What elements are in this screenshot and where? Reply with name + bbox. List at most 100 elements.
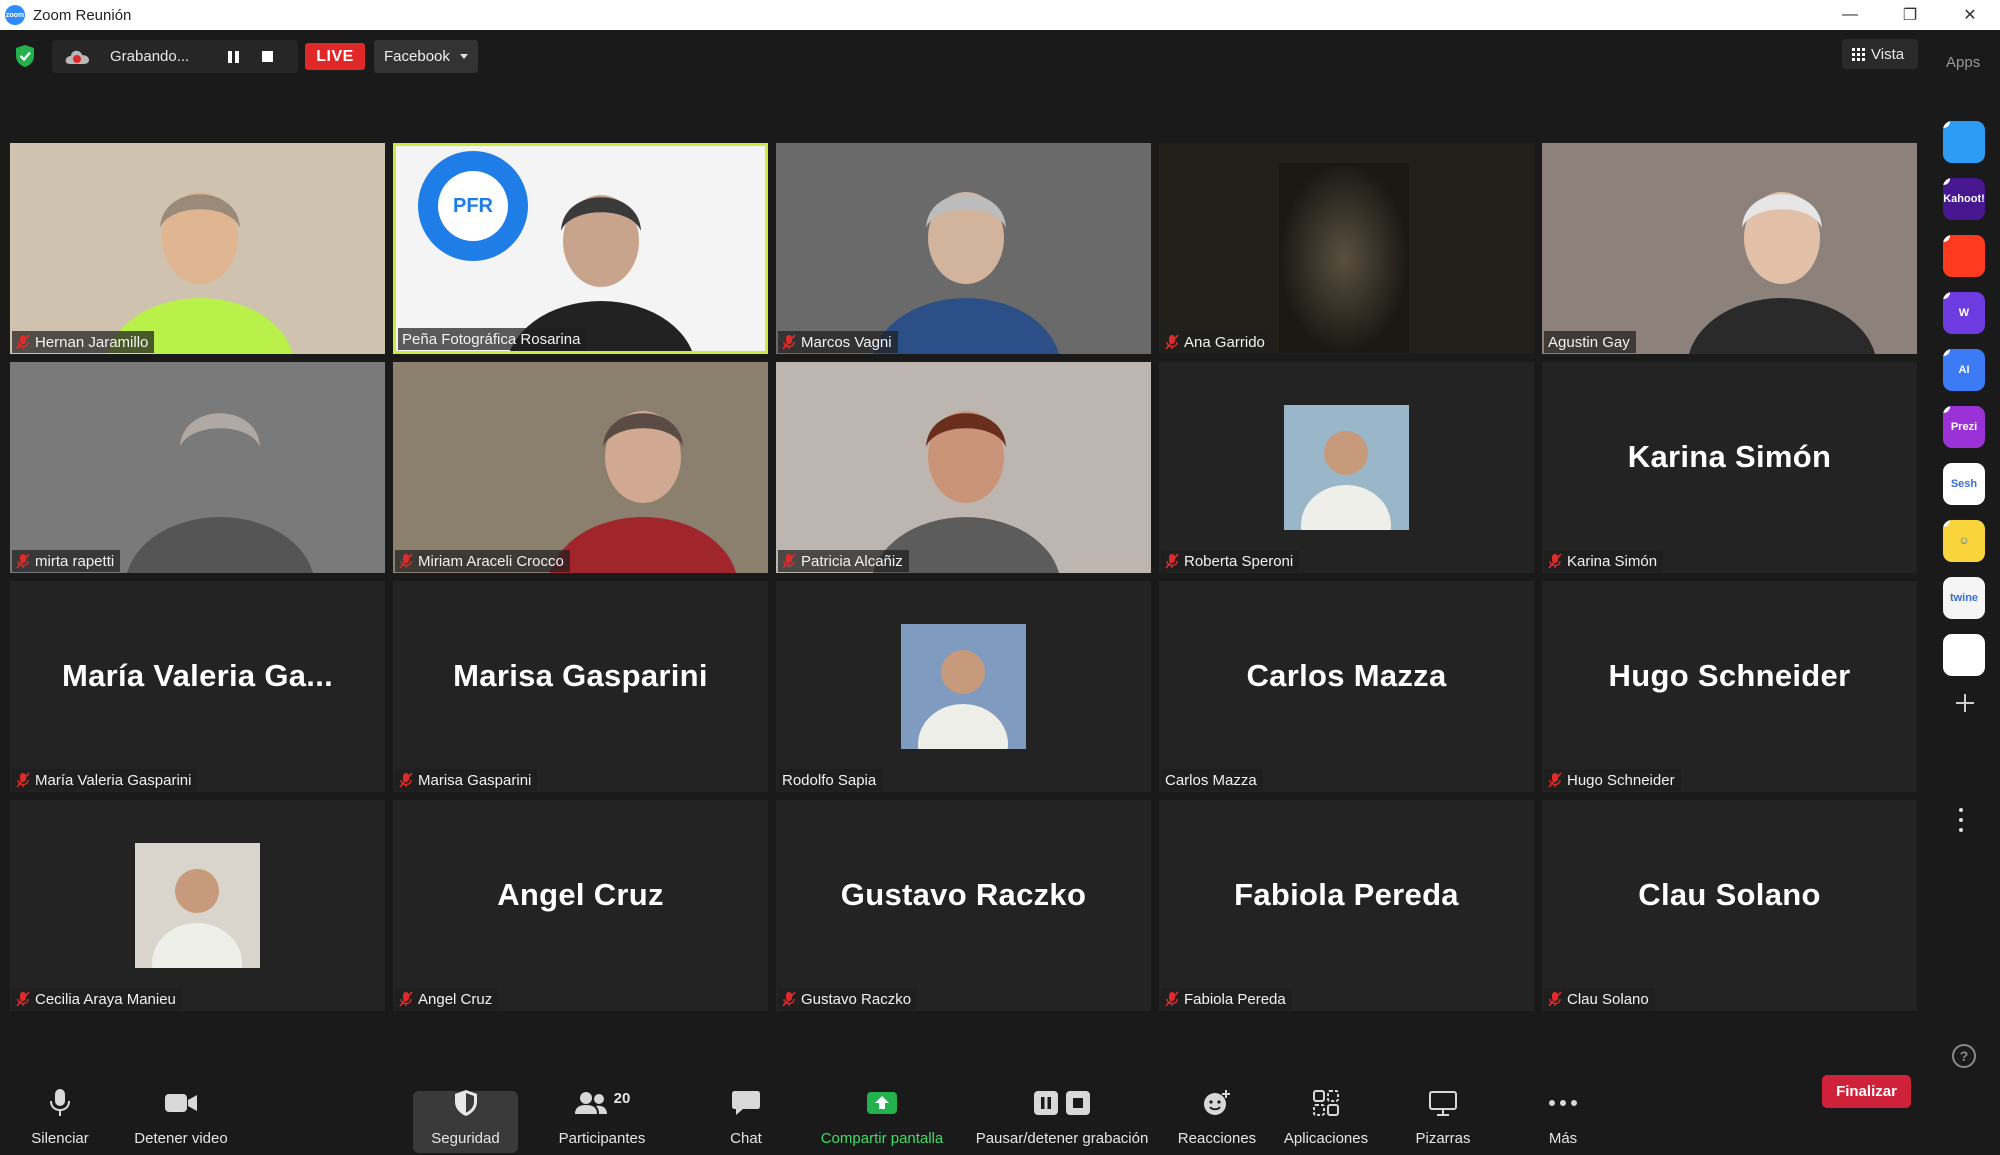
participant-tile[interactable]: Clau Solano Clau Solano	[1542, 800, 1917, 1011]
window-title: Zoom Reunión	[33, 6, 132, 24]
muted-microphone-icon	[16, 334, 30, 350]
participant-name: Marcos Vagni	[801, 333, 892, 351]
participant-nameplate: María Valeria Gasparini	[12, 769, 198, 791]
more-options-icon[interactable]	[1958, 808, 1964, 832]
sesh-app-icon[interactable]: + Sesh	[1943, 463, 1985, 505]
participant-nameplate: Clau Solano	[1544, 988, 1655, 1010]
participant-display-name: Clau Solano	[1638, 876, 1821, 912]
reactions-smiley-icon	[1204, 1090, 1230, 1115]
mute-button[interactable]: Silenciar	[22, 1056, 98, 1155]
add-app-icon[interactable]	[1954, 692, 1976, 714]
participant-name: Fabiola Pereda	[1184, 990, 1286, 1008]
add-app-plus-icon: +	[1943, 520, 1950, 527]
more-label: Más	[1548, 1130, 1578, 1147]
participant-tile[interactable]: Roberta Speroni	[1159, 362, 1534, 573]
add-app-plus-icon: +	[1943, 349, 1950, 356]
participant-avatar	[135, 843, 260, 1003]
meeting-top-bar: Grabando... LIVE Facebook Vista	[0, 30, 1920, 85]
participant-nameplate: Roberta Speroni	[1161, 550, 1300, 572]
participant-tile[interactable]: Angel Cruz Angel Cruz	[393, 800, 768, 1011]
apps-button[interactable]: Aplicaciones	[1282, 1056, 1370, 1155]
chat-button[interactable]: Chat	[720, 1056, 772, 1155]
participant-tile[interactable]: mirta rapetti	[10, 362, 385, 573]
muted-microphone-icon	[16, 553, 30, 569]
muted-microphone-icon	[399, 553, 413, 569]
participant-name: Patricia Alcañiz	[801, 552, 903, 570]
add-app-plus-icon: +	[1943, 463, 1950, 470]
participant-name: Roberta Speroni	[1184, 552, 1294, 570]
participant-nameplate: mirta rapetti	[12, 550, 121, 572]
muted-microphone-icon	[399, 772, 413, 788]
participant-nameplate: Miriam Araceli Crocco	[395, 550, 570, 572]
participant-name: Angel Cruz	[418, 990, 493, 1008]
recording-status-text: Grabando...	[110, 48, 190, 65]
participant-nameplate: Agustin Gay	[1544, 331, 1636, 353]
ai-app-app-icon[interactable]: + AI	[1943, 349, 1985, 391]
participant-tile[interactable]: Hernan Jaramillo	[10, 143, 385, 354]
muted-microphone-icon	[16, 772, 30, 788]
participant-nameplate: Hernan Jaramillo	[12, 331, 155, 353]
end-meeting-button[interactable]: Finalizar	[1822, 1075, 1911, 1108]
participant-tile[interactable]: Hugo Schneider Hugo Schneider	[1542, 581, 1917, 792]
zoom-logo: zoom	[5, 5, 25, 25]
app-icon-label: ☺	[1958, 535, 1970, 547]
close-button[interactable]: ✕	[1940, 0, 2000, 30]
red-app-app-icon[interactable]: +	[1943, 235, 1985, 277]
encryption-shield-icon[interactable]	[14, 44, 36, 68]
participant-tile[interactable]: PFR Peña Fotográfica Rosarina	[393, 143, 768, 354]
participant-display-name: Gustavo Raczko	[840, 876, 1087, 912]
participant-tile[interactable]: Cecilia Araya Manieu	[10, 800, 385, 1011]
cloud-recording-icon	[65, 50, 89, 64]
participant-tile[interactable]: Carlos Mazza Carlos Mazza	[1159, 581, 1534, 792]
livestream-target-dropdown[interactable]: Facebook	[374, 40, 478, 73]
recording-indicator: Grabando...	[52, 40, 298, 73]
share-screen-label: Compartir pantalla	[820, 1130, 944, 1147]
app-icon-label: AI	[1958, 364, 1970, 376]
participant-tile[interactable]: Rodolfo Sapia	[776, 581, 1151, 792]
participant-nameplate: Fabiola Pereda	[1161, 988, 1292, 1010]
participant-name: Rodolfo Sapia	[782, 771, 877, 789]
pause-stop-recording-button[interactable]: Pausar/detener grabación	[968, 1056, 1156, 1155]
view-button[interactable]: Vista	[1842, 39, 1918, 69]
kahoot-app-icon[interactable]: + Kahoot!	[1943, 178, 1985, 220]
wooclap-app-icon[interactable]: + W	[1943, 292, 1985, 334]
participant-tile[interactable]: Karina Simón Karina Simón	[1542, 362, 1917, 573]
help-icon[interactable]: ?	[1952, 1044, 1976, 1068]
participant-avatar	[1284, 405, 1409, 565]
reactions-button[interactable]: Reacciones	[1176, 1056, 1258, 1155]
participants-count: 20	[613, 1089, 631, 1107]
participant-tile[interactable]: Gustavo Raczko Gustavo Raczko	[776, 800, 1151, 1011]
participant-tile[interactable]: Agustin Gay	[1542, 143, 1917, 354]
security-button[interactable]: Seguridad	[413, 1056, 518, 1155]
participant-nameplate: Patricia Alcañiz	[778, 550, 909, 572]
stop-recording-icon[interactable]	[262, 51, 273, 62]
whiteboards-button[interactable]: Pizarras	[1410, 1056, 1476, 1155]
chat-label: Chat	[730, 1130, 762, 1147]
stop-video-button[interactable]: Detener video	[128, 1056, 234, 1155]
participant-tile[interactable]: Patricia Alcañiz	[776, 362, 1151, 573]
participant-tile[interactable]: Marcos Vagni	[776, 143, 1151, 354]
more-button[interactable]: Más	[1540, 1056, 1586, 1155]
participant-tile[interactable]: Marisa Gasparini Marisa Gasparini	[393, 581, 768, 792]
minimize-button[interactable]: —	[1820, 0, 1880, 30]
add-app-plus-icon: +	[1943, 178, 1950, 185]
caret-down-icon	[459, 54, 468, 59]
participants-button[interactable]: 20 Participantes	[552, 1056, 652, 1155]
stream-app-app-icon[interactable]: +	[1943, 121, 1985, 163]
color-blocks-app-app-icon[interactable]: +	[1943, 634, 1985, 676]
participant-avatar	[901, 624, 1026, 784]
participant-tile[interactable]: Miriam Araceli Crocco	[393, 362, 768, 573]
participant-nameplate: Gustavo Raczko	[778, 988, 918, 1010]
share-screen-button[interactable]: Compartir pantalla	[814, 1056, 950, 1155]
participant-name: Hernan Jaramillo	[35, 333, 149, 351]
participant-tile[interactable]: Ana Garrido	[1159, 143, 1534, 354]
twine-app-icon[interactable]: + twine	[1943, 577, 1985, 619]
participant-tile[interactable]: María Valeria Ga... María Valeria Gaspari…	[10, 581, 385, 792]
emoji-app-app-icon[interactable]: + ☺	[1943, 520, 1985, 562]
prezi-app-icon[interactable]: + Prezi	[1943, 406, 1985, 448]
apps-label: Aplicaciones	[1283, 1130, 1369, 1147]
participant-tile[interactable]: Fabiola Pereda Fabiola Pereda	[1159, 800, 1534, 1011]
maximize-button[interactable]: ❐	[1880, 0, 1940, 30]
window-titlebar: zoom Zoom Reunión — ❐ ✕	[0, 0, 2000, 30]
pause-recording-icon[interactable]	[228, 50, 242, 64]
